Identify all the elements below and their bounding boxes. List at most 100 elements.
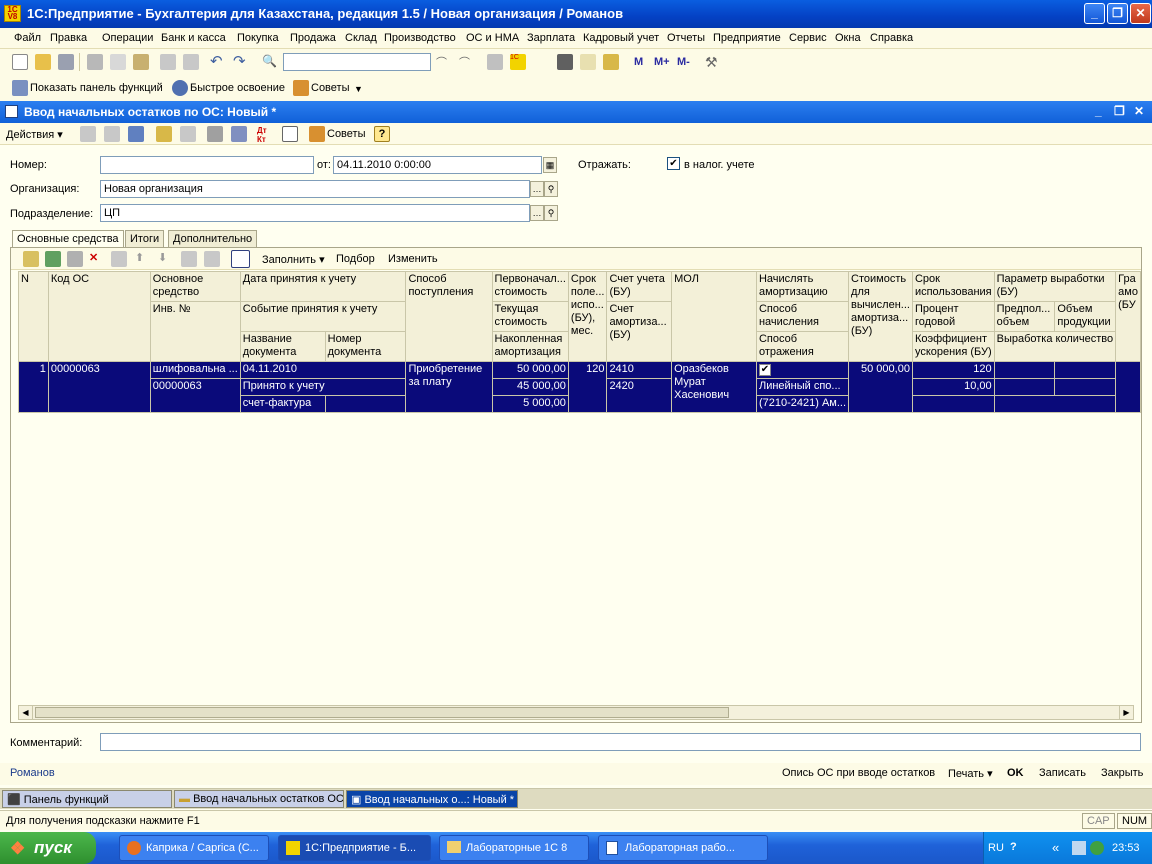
change-button[interactable]: Изменить — [388, 253, 438, 265]
start-button[interactable]: ❖ пуск — [0, 832, 96, 864]
add-row-icon[interactable] — [23, 251, 39, 267]
help-tray-icon[interactable]: ? — [1010, 841, 1017, 853]
col-param[interactable]: Параметр выработки (БУ) — [993, 271, 1117, 302]
tab-totals[interactable]: Итоги — [125, 230, 165, 247]
fill-button[interactable]: Заполнить ▾ — [262, 253, 325, 266]
col-coef[interactable]: Коэффициент ускорения (БУ) — [911, 331, 995, 362]
menu-file[interactable]: Файл — [14, 32, 41, 44]
col-amort[interactable]: Начислять амортизацию — [755, 271, 850, 302]
horizontal-scrollbar[interactable]: ◀ ▶ — [18, 705, 1134, 720]
menu-salary[interactable]: Зарплата — [527, 32, 575, 44]
inventory-print-button[interactable]: Опись ОС при вводе остатков — [782, 767, 935, 779]
pick-button[interactable]: Подбор — [336, 253, 375, 265]
cell-event[interactable]: Принято к учету — [239, 378, 407, 396]
menu-fixed-assets[interactable]: ОС и НМА — [466, 32, 519, 44]
dropdown-icon[interactable]: ▼ — [354, 84, 363, 94]
language-indicator[interactable]: RU — [988, 842, 1004, 854]
col-output[interactable]: Выработка количество — [993, 331, 1117, 362]
cell-amort-method[interactable]: Линейный спо... — [755, 378, 850, 396]
col-amort-account[interactable]: Счет амортиза... (БУ) — [606, 301, 673, 362]
col-current[interactable]: Текущая стоимость — [491, 301, 569, 332]
menu-edit[interactable]: Правка — [50, 32, 87, 44]
report-icon[interactable] — [282, 126, 298, 142]
wintab-list[interactable]: ▬ Ввод начальных остатков ОС — [174, 790, 344, 808]
col-reflect[interactable]: Способ отражения — [755, 331, 850, 362]
doc-tips-button[interactable]: Советы — [327, 128, 365, 140]
task-folder[interactable]: Лабораторные 1С 8 — [439, 835, 589, 861]
menu-service[interactable]: Сервис — [789, 32, 827, 44]
save-icon[interactable] — [58, 54, 74, 70]
col-account[interactable]: Счет учета (БУ) — [606, 271, 673, 302]
cell-percent[interactable]: 10,00 — [911, 378, 995, 396]
col-initial[interactable]: Первоначал... стоимость — [491, 271, 569, 302]
hammer-icon[interactable]: ⚒ — [705, 54, 721, 70]
col-doc-name[interactable]: Название документа — [239, 331, 326, 362]
cell-account[interactable]: 2410 — [606, 361, 673, 379]
menu-windows[interactable]: Окна — [835, 32, 861, 44]
cell-n[interactable]: 1 — [18, 361, 49, 413]
col-volume[interactable]: Объем продукции — [1054, 301, 1117, 332]
cell-reflect[interactable]: (7210-2421) Ам... — [755, 395, 850, 413]
tab-fixed-assets[interactable]: Основные средства — [12, 230, 124, 248]
print-icon[interactable] — [160, 54, 176, 70]
unpost-icon[interactable] — [180, 126, 196, 142]
cell-volume[interactable] — [1054, 361, 1117, 379]
wintab-document[interactable]: ▣ Ввод начальных о...: Новый * — [346, 790, 518, 808]
col-cost-calc[interactable]: Стоимость для вычислен... амортиза... (Б… — [848, 271, 913, 362]
cell-code[interactable]: 00000063 — [47, 361, 151, 413]
cell-inv[interactable]: 00000063 — [149, 378, 241, 413]
wintab-functions[interactable]: ⬛ Панель функций — [2, 790, 172, 808]
doc-close-button[interactable]: ✕ — [1134, 104, 1144, 118]
find-icon[interactable]: 🔍 — [262, 54, 278, 70]
menu-enterprise[interactable]: Предприятие — [713, 32, 781, 44]
memory-minus-button[interactable]: М- — [677, 56, 690, 68]
quick-learn-button[interactable]: Быстрое освоение — [190, 82, 285, 94]
actions-menu[interactable]: Действия ▾ — [6, 128, 63, 141]
menu-reports[interactable]: Отчеты — [667, 32, 705, 44]
col-amort-method[interactable]: Способ начисления — [755, 301, 850, 332]
undo-icon[interactable]: ↶ — [210, 54, 226, 70]
menu-warehouse[interactable]: Склад — [345, 32, 377, 44]
cut-icon[interactable] — [87, 54, 103, 70]
cell-date[interactable]: 04.11.2010 — [239, 361, 407, 379]
calendar-icon[interactable] — [580, 54, 596, 70]
cell-accum[interactable]: 5 000,00 — [491, 395, 569, 413]
menu-hr[interactable]: Кадровый учет — [583, 32, 659, 44]
edit-row-icon[interactable] — [67, 251, 83, 267]
search-combobox[interactable] — [283, 53, 431, 71]
save-button[interactable]: Записать — [1039, 767, 1086, 779]
org-select-button[interactable]: … — [530, 181, 544, 197]
organization-field[interactable]: Новая организация — [100, 180, 530, 198]
task-1c[interactable]: 1С:Предприятие - Б... — [278, 835, 431, 861]
col-gra[interactable]: Гра амо (БУ — [1115, 271, 1141, 362]
sort-desc-icon[interactable] — [204, 251, 220, 267]
cell-volume-2[interactable] — [1054, 378, 1117, 396]
task-word[interactable]: Лабораторная рабо... — [598, 835, 768, 861]
table-row[interactable]: 1 00000063 шлифовальна ... 04.11.2010 Пр… — [18, 361, 1141, 413]
comment-field[interactable] — [100, 733, 1141, 751]
date-field[interactable]: 04.11.2010 0:00:00 — [333, 156, 542, 174]
task-firefox[interactable]: Каприка / Caprica (С... — [119, 835, 269, 861]
tab-additional[interactable]: Дополнительно — [168, 230, 258, 247]
close-form-button[interactable]: Закрыть — [1101, 767, 1143, 779]
cell-current[interactable]: 45 000,00 — [491, 378, 569, 396]
cell-doc-num[interactable] — [324, 395, 407, 413]
cell-gra[interactable] — [1115, 361, 1141, 413]
col-asset[interactable]: Основное средство — [149, 271, 241, 302]
sort-asc-icon[interactable] — [181, 251, 197, 267]
department-field[interactable]: ЦП — [100, 204, 530, 222]
cell-mol[interactable]: Оразбеков Мурат Хасенович — [671, 361, 757, 413]
doc-minimize-button[interactable]: _ — [1095, 104, 1102, 118]
preview-icon[interactable] — [183, 54, 199, 70]
col-accum[interactable]: Накопленная амортизация — [491, 331, 569, 362]
dept-select-button[interactable]: … — [530, 205, 544, 221]
cell-planned[interactable] — [993, 361, 1056, 379]
col-n[interactable]: N — [18, 271, 49, 362]
menu-help[interactable]: Справка — [870, 32, 913, 44]
menu-purchase[interactable]: Покупка — [237, 32, 279, 44]
col-mol[interactable]: МОЛ — [671, 271, 757, 362]
ok-button[interactable]: OK — [1007, 767, 1024, 779]
cell-term[interactable]: 120 — [567, 361, 608, 413]
open-icon[interactable] — [35, 54, 51, 70]
memory-plus-button[interactable]: М+ — [654, 56, 670, 68]
